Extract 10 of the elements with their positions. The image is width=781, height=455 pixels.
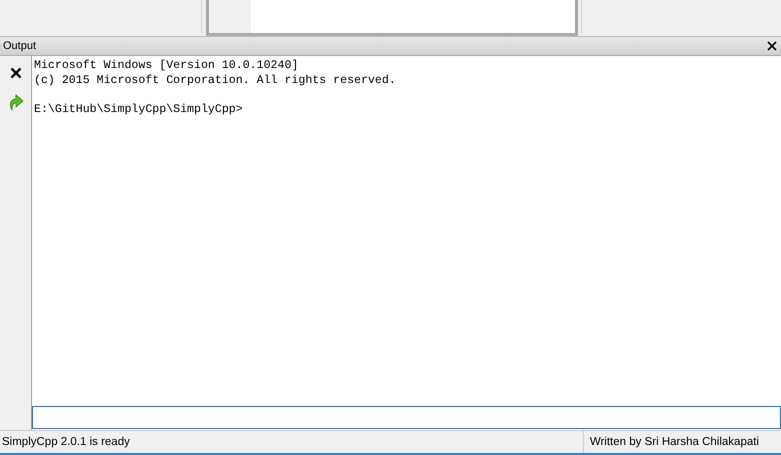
console-line: E:\GitHub\SimplyCpp\SimplyCpp> (34, 102, 243, 117)
clear-icon[interactable] (10, 67, 22, 79)
panel-title: Output (3, 40, 36, 52)
status-text: SimplyCpp 2.0.1 is ready (1, 436, 131, 448)
console-line: (c) 2015 Microsoft Corporation. All rights reserved. (34, 74, 396, 88)
redo-arrow-icon[interactable] (8, 93, 24, 111)
close-icon[interactable] (767, 41, 777, 51)
status-text: Written by Sri Harsha Chilakapati (582, 431, 781, 453)
console-line: Microsoft Windows [Version 10.0.10240] (34, 59, 298, 74)
command-input[interactable] (32, 406, 781, 429)
